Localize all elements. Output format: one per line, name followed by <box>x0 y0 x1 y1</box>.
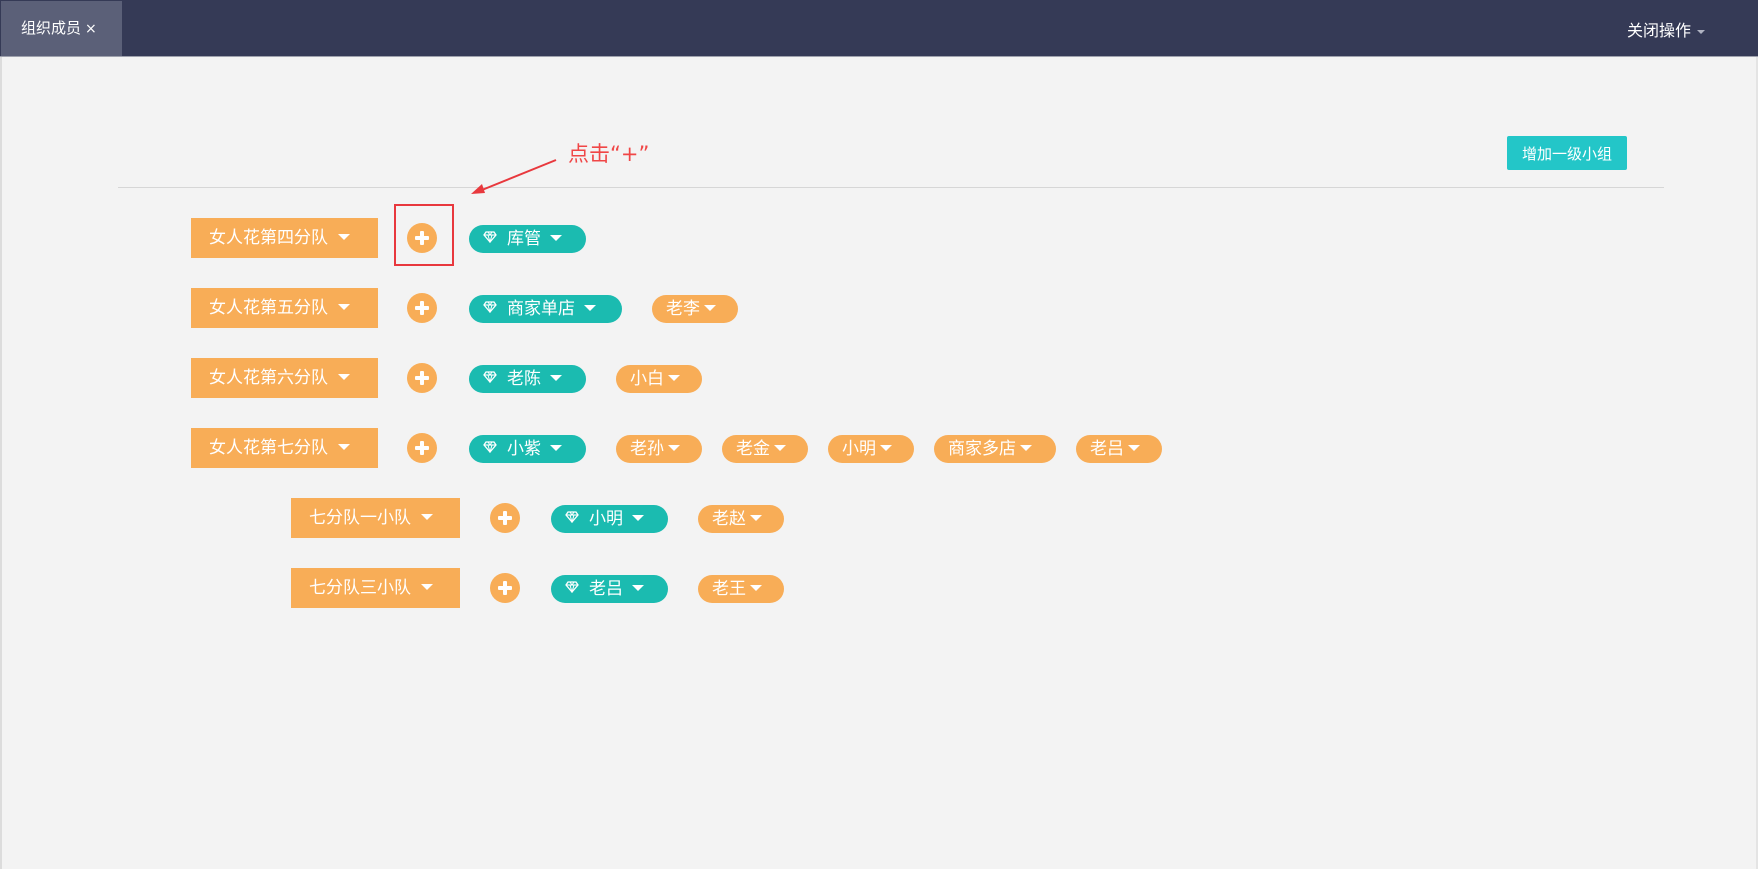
member-pill[interactable]: 老吕 <box>1076 435 1162 463</box>
plus-circle-icon[interactable] <box>407 433 437 463</box>
diamond-icon <box>483 294 497 322</box>
member-name: 小明 <box>842 439 876 459</box>
leader-name: 小紫 <box>507 439 541 459</box>
leader-name: 老吕 <box>589 579 623 599</box>
top-bar: 组织成员 × 关闭操作 <box>0 0 1758 57</box>
leader-name: 小明 <box>589 509 623 529</box>
caret-down-icon <box>550 234 562 241</box>
leader-pill[interactable]: 老吕 <box>551 575 668 603</box>
member-name: 老赵 <box>712 509 746 529</box>
caret-down-icon <box>1128 444 1140 451</box>
member-pill[interactable]: 商家多店 <box>934 435 1056 463</box>
header-divider <box>118 187 1664 188</box>
plus-circle-icon[interactable] <box>407 223 437 253</box>
caret-down-icon <box>1697 29 1705 34</box>
diamond-icon <box>483 434 497 462</box>
caret-down-icon <box>421 583 433 590</box>
caret-down-icon <box>1020 444 1032 451</box>
member-pill[interactable]: 小白 <box>616 365 702 393</box>
member-pill[interactable]: 老孙 <box>616 435 702 463</box>
member-pill[interactable]: 老赵 <box>698 505 784 533</box>
leader-name: 库管 <box>507 229 541 249</box>
member-pill[interactable]: 小明 <box>828 435 914 463</box>
annotation-arrow-icon <box>471 159 557 194</box>
member-pill[interactable]: 老金 <box>722 435 808 463</box>
caret-down-icon <box>338 303 350 310</box>
caret-down-icon <box>550 444 562 451</box>
group-label: 女人花第六分队 <box>209 368 328 388</box>
team-row: 七分队三小队 老吕 老王 <box>291 568 1591 608</box>
member-name: 老孙 <box>630 439 664 459</box>
member-name: 老金 <box>736 439 770 459</box>
add-top-level-group-button[interactable]: 增加一级小组 <box>1507 136 1627 170</box>
member-name: 商家多店 <box>948 439 1016 459</box>
group-dropdown-button[interactable]: 女人花第六分队 <box>191 358 378 398</box>
caret-down-icon <box>421 513 433 520</box>
team-row: 七分队一小队 小明 老赵 <box>291 498 1591 538</box>
close-operations-label: 关闭操作 <box>1626 21 1691 40</box>
group-dropdown-button[interactable]: 七分队三小队 <box>291 568 460 608</box>
member-pill[interactable]: 老王 <box>698 575 784 603</box>
group-label: 女人花第五分队 <box>209 298 328 318</box>
diamond-icon <box>565 574 579 602</box>
caret-down-icon <box>668 374 680 381</box>
left-border <box>0 57 2 869</box>
caret-down-icon <box>704 304 716 311</box>
caret-down-icon <box>550 374 562 381</box>
close-operations-dropdown[interactable]: 关闭操作 <box>1627 0 1705 57</box>
caret-down-icon <box>584 304 596 311</box>
tab-label: 组织成员 <box>21 19 82 37</box>
diamond-icon <box>565 504 579 532</box>
leader-pill[interactable]: 小紫 <box>469 435 586 463</box>
leader-pill[interactable]: 老陈 <box>469 365 586 393</box>
team-row: 女人花第五分队 商家单店 老李 <box>191 288 1591 328</box>
member-name: 老吕 <box>1090 439 1124 459</box>
caret-down-icon <box>632 584 644 591</box>
leader-name: 老陈 <box>507 369 541 389</box>
group-label: 七分队一小队 <box>309 508 411 528</box>
plus-circle-icon[interactable] <box>407 363 437 393</box>
group-dropdown-button[interactable]: 女人花第五分队 <box>191 288 378 328</box>
tab-organization-members[interactable]: 组织成员 × <box>1 1 122 56</box>
leader-pill[interactable]: 库管 <box>469 225 586 253</box>
team-row: 女人花第七分队 小紫 老孙 老金 小明 商家多店 老吕 <box>191 428 1591 468</box>
member-name: 老王 <box>712 579 746 599</box>
leader-pill[interactable]: 商家单店 <box>469 295 622 323</box>
caret-down-icon <box>880 444 892 451</box>
diamond-icon <box>483 224 497 252</box>
group-label: 女人花第四分队 <box>209 228 328 248</box>
caret-down-icon <box>338 373 350 380</box>
caret-down-icon <box>668 444 680 451</box>
team-row: 女人花第六分队 老陈 小白 <box>191 358 1591 398</box>
group-dropdown-button[interactable]: 七分队一小队 <box>291 498 460 538</box>
close-icon[interactable]: × <box>85 21 97 37</box>
diamond-icon <box>483 364 497 392</box>
caret-down-icon <box>338 233 350 240</box>
caret-down-icon <box>632 514 644 521</box>
caret-down-icon <box>750 514 762 521</box>
plus-circle-icon[interactable] <box>407 293 437 323</box>
group-label: 女人花第七分队 <box>209 438 328 458</box>
leader-name: 商家单店 <box>507 299 575 319</box>
caret-down-icon <box>750 584 762 591</box>
leader-pill[interactable]: 小明 <box>551 505 668 533</box>
plus-circle-icon[interactable] <box>490 503 520 533</box>
member-name: 小白 <box>630 369 664 389</box>
group-dropdown-button[interactable]: 女人花第七分队 <box>191 428 378 468</box>
plus-circle-icon[interactable] <box>490 573 520 603</box>
caret-down-icon <box>338 443 350 450</box>
group-label: 七分队三小队 <box>309 578 411 598</box>
team-row: 女人花第四分队 库管 <box>191 218 1591 258</box>
group-dropdown-button[interactable]: 女人花第四分队 <box>191 218 378 258</box>
member-pill[interactable]: 老李 <box>652 295 738 323</box>
member-name: 老李 <box>666 299 700 319</box>
caret-down-icon <box>774 444 786 451</box>
